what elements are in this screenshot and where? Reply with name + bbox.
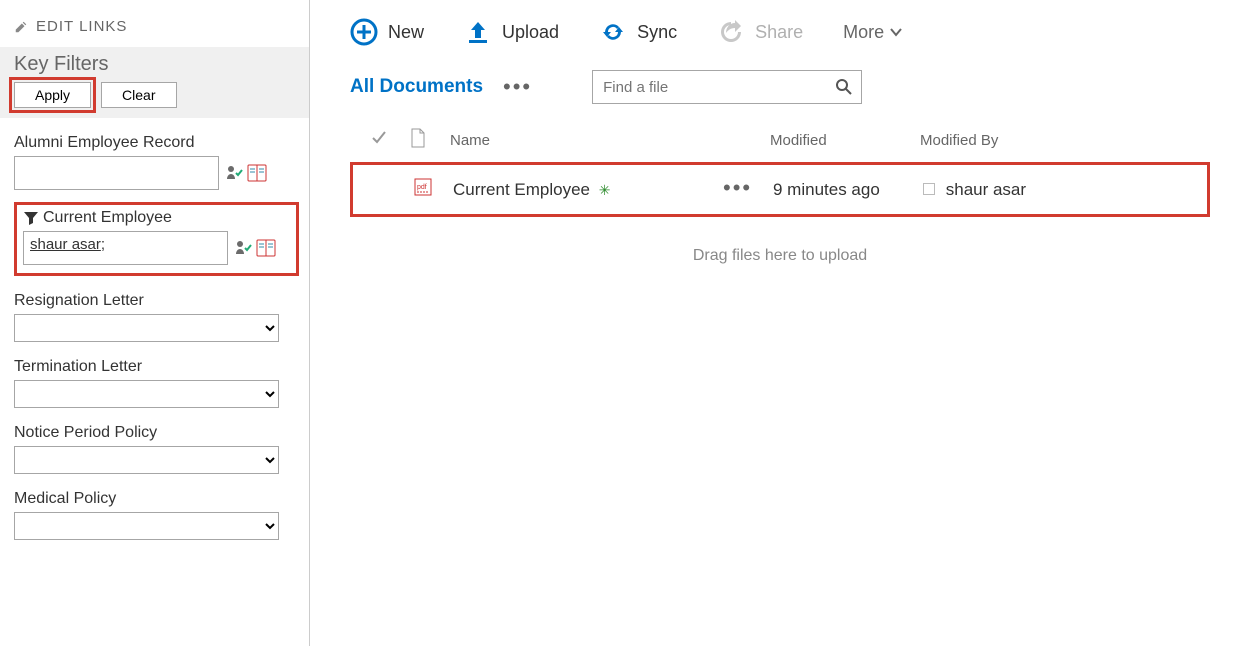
- view-bar: All Documents •••: [350, 70, 1210, 104]
- share-button[interactable]: Share: [717, 18, 803, 46]
- col-modifiedby[interactable]: Modified By: [920, 132, 1190, 149]
- browse-icon[interactable]: [247, 164, 267, 182]
- col-name[interactable]: Name: [450, 132, 720, 149]
- apply-button[interactable]: Apply: [14, 82, 91, 108]
- check-names-icon[interactable]: [234, 239, 254, 257]
- filter-termination-label: Termination Letter: [14, 358, 299, 376]
- search-box[interactable]: [592, 70, 862, 104]
- edit-links-label: EDIT LINKS: [36, 18, 127, 35]
- view-ellipsis[interactable]: •••: [503, 82, 532, 92]
- filter-current-highlight: Current Employee shaur asar;: [14, 202, 299, 276]
- filter-notice-label: Notice Period Policy: [14, 424, 299, 442]
- filter-resignation: Resignation Letter: [14, 292, 299, 342]
- edit-links[interactable]: EDIT LINKS: [14, 18, 299, 35]
- new-button[interactable]: New: [350, 18, 424, 46]
- doc-modified: 9 minutes ago: [773, 180, 923, 200]
- main-content: New Upload Sync Share More All Documents…: [310, 0, 1240, 646]
- search-input[interactable]: [601, 78, 835, 97]
- plus-circle-icon: [350, 18, 378, 46]
- sidebar: EDIT LINKS Key Filters Apply Clear Alumn…: [0, 0, 310, 646]
- toolbar: New Upload Sync Share More: [350, 18, 1210, 46]
- row-ellipsis[interactable]: •••: [723, 175, 752, 200]
- search-icon[interactable]: [835, 78, 853, 96]
- chevron-down-icon: [888, 24, 904, 40]
- pdf-icon: pdf: [413, 177, 433, 197]
- more-button[interactable]: More: [843, 22, 904, 43]
- presence-icon: [923, 183, 935, 195]
- drag-hint: Drag files here to upload: [350, 247, 1210, 265]
- filter-alumni: Alumni Employee Record: [14, 134, 299, 190]
- sync-button[interactable]: Sync: [599, 18, 677, 46]
- col-type[interactable]: [410, 128, 450, 152]
- clear-button[interactable]: Clear: [101, 82, 176, 108]
- medical-select[interactable]: [14, 512, 279, 540]
- doc-name[interactable]: Current Employee: [453, 180, 590, 199]
- view-link[interactable]: All Documents: [350, 76, 483, 98]
- filter-resignation-label: Resignation Letter: [14, 292, 299, 310]
- filter-current-label: Current Employee: [23, 209, 290, 227]
- new-badge-icon: ✳: [599, 182, 611, 198]
- doc-modifiedby[interactable]: shaur asar: [946, 180, 1026, 199]
- upload-icon: [464, 18, 492, 46]
- upload-button[interactable]: Upload: [464, 18, 559, 46]
- col-modified[interactable]: Modified: [770, 132, 920, 149]
- pencil-icon: [14, 20, 28, 34]
- filter-notice: Notice Period Policy: [14, 424, 299, 474]
- termination-select[interactable]: [14, 380, 279, 408]
- resignation-select[interactable]: [14, 314, 279, 342]
- key-filters-title: Key Filters: [14, 53, 295, 76]
- share-icon: [717, 18, 745, 46]
- svg-text:pdf: pdf: [417, 184, 427, 191]
- key-filters-header: Key Filters Apply Clear: [0, 47, 309, 118]
- filter-medical: Medical Policy: [14, 490, 299, 540]
- funnel-icon: [23, 210, 39, 226]
- check-icon: [370, 129, 388, 147]
- sync-icon: [599, 18, 627, 46]
- column-headers: Name Modified Modified By: [350, 122, 1210, 158]
- table-row[interactable]: pdf Current Employee ✳ ••• 9 minutes ago…: [350, 162, 1210, 217]
- filter-termination: Termination Letter: [14, 358, 299, 408]
- check-names-icon[interactable]: [225, 164, 245, 182]
- browse-icon[interactable]: [256, 239, 276, 257]
- filter-medical-label: Medical Policy: [14, 490, 299, 508]
- file-icon: [410, 128, 426, 148]
- current-input[interactable]: shaur asar;: [23, 231, 228, 265]
- notice-select[interactable]: [14, 446, 279, 474]
- filter-alumni-label: Alumni Employee Record: [14, 134, 299, 152]
- col-check[interactable]: [370, 129, 410, 151]
- alumni-input[interactable]: [14, 156, 219, 190]
